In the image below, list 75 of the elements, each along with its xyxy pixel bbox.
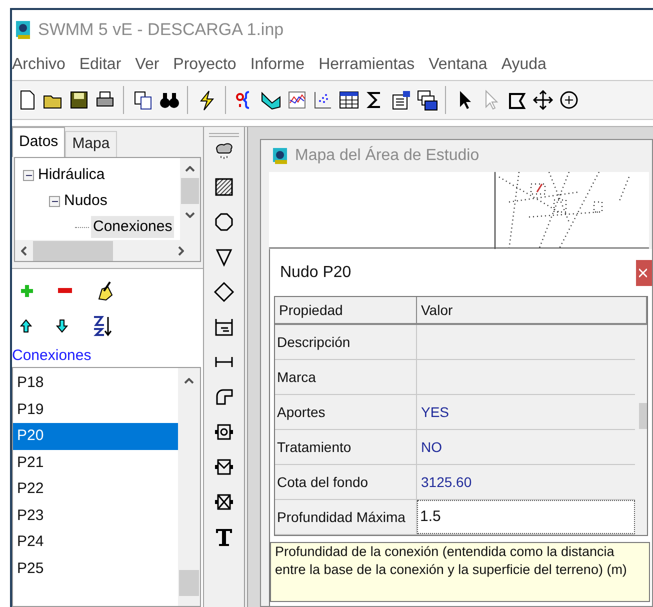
value-field[interactable]: 1.5 bbox=[417, 500, 635, 534]
hint-text: Profundidad de la conexión (entendida como la distancia entre la base de la conexión y la superficie del terreno) (m) bbox=[270, 542, 650, 602]
close-button[interactable] bbox=[636, 260, 652, 286]
menu-item[interactable]: Proyecto bbox=[173, 53, 236, 77]
windows-icon[interactable] bbox=[416, 89, 438, 111]
scroll-down-icon[interactable] bbox=[185, 212, 195, 218]
list-item[interactable]: P19 bbox=[13, 396, 178, 423]
zoom-in-icon[interactable] bbox=[558, 89, 580, 111]
horizontal-scrollbar[interactable] bbox=[15, 240, 200, 261]
menu-item[interactable]: Herramientas bbox=[318, 53, 415, 77]
collapse-icon[interactable] bbox=[23, 170, 34, 180]
scrollbar-thumb[interactable] bbox=[179, 570, 199, 596]
list-item[interactable]: P25 bbox=[13, 556, 178, 582]
sort-icon[interactable] bbox=[92, 315, 112, 337]
property-name: Marca bbox=[275, 360, 417, 394]
tree-item[interactable]: Hidráulica bbox=[36, 164, 107, 186]
column-header: Propiedad bbox=[275, 297, 417, 323]
table-icon[interactable] bbox=[338, 89, 360, 111]
scroll-right-icon[interactable] bbox=[178, 246, 184, 256]
list-item[interactable]: P20 bbox=[13, 423, 178, 450]
time-series-icon[interactable] bbox=[286, 89, 308, 111]
menu-item[interactable]: Ayuda bbox=[501, 53, 546, 77]
collapse-icon[interactable] bbox=[49, 196, 60, 206]
delete-icon[interactable] bbox=[58, 288, 72, 294]
tree-item[interactable]: Nudos bbox=[62, 190, 110, 212]
scatter-plot-icon[interactable] bbox=[312, 89, 334, 111]
circle-node-icon[interactable] bbox=[213, 211, 235, 233]
list-item[interactable]: P22 bbox=[13, 476, 178, 502]
move-down-icon[interactable] bbox=[56, 319, 68, 333]
options-icon[interactable] bbox=[390, 89, 412, 111]
menu-item[interactable]: Ventana bbox=[428, 53, 488, 77]
property-value: NO bbox=[420, 438, 443, 457]
property-value: 3125.60 bbox=[420, 473, 473, 492]
menu-item[interactable]: Informe bbox=[250, 53, 305, 77]
copy-icon[interactable] bbox=[132, 89, 154, 111]
vertical-scrollbar[interactable] bbox=[635, 325, 647, 535]
tree-item[interactable]: Conexiones bbox=[91, 216, 174, 238]
property-name: Descripción bbox=[275, 325, 417, 359]
menu-item[interactable]: Archivo bbox=[12, 53, 66, 77]
scroll-left-icon[interactable] bbox=[21, 246, 27, 256]
list-title: Conexiones bbox=[12, 347, 92, 365]
save-icon[interactable] bbox=[68, 89, 90, 111]
vertical-scrollbar[interactable] bbox=[178, 368, 200, 606]
list-item[interactable]: P21 bbox=[13, 450, 178, 476]
list-item[interactable]: P18 bbox=[13, 370, 178, 396]
scroll-up-icon[interactable] bbox=[185, 166, 195, 172]
storage-node-icon[interactable] bbox=[213, 316, 235, 338]
menu-item[interactable]: Ver bbox=[135, 53, 160, 77]
column-header: Valor bbox=[417, 297, 647, 323]
window-title: Mapa del Área de Estudio bbox=[295, 145, 480, 166]
dialog-title: Nudo P20 bbox=[280, 262, 352, 282]
property-name: Aportes bbox=[275, 395, 417, 429]
diamond-node-icon[interactable] bbox=[213, 281, 235, 303]
scroll-up-icon[interactable] bbox=[184, 378, 194, 384]
property-value: YES bbox=[420, 403, 450, 422]
property-name: Cota del fondo bbox=[275, 465, 417, 499]
scrollbar-thumb[interactable] bbox=[181, 178, 199, 204]
scrollbar-thumb[interactable] bbox=[33, 240, 113, 260]
scrollbar-thumb[interactable] bbox=[639, 403, 647, 429]
subcatchment-icon[interactable] bbox=[213, 176, 235, 198]
list-item[interactable]: P24 bbox=[13, 529, 178, 556]
property-name: Tratamiento bbox=[275, 430, 417, 464]
vertical-scrollbar[interactable] bbox=[180, 158, 200, 240]
add-icon[interactable] bbox=[20, 284, 34, 298]
list-item[interactable]: P23 bbox=[13, 502, 178, 529]
menu-item[interactable]: Editar bbox=[79, 53, 122, 77]
edit-icon[interactable] bbox=[96, 281, 114, 301]
window-title: SWMM 5 vE - DESCARGA 1.inp bbox=[38, 19, 284, 42]
close-icon bbox=[639, 268, 647, 278]
profile-plot-icon[interactable] bbox=[260, 89, 282, 111]
pan-icon[interactable] bbox=[532, 89, 554, 111]
move-up-icon[interactable] bbox=[20, 319, 32, 333]
tab[interactable]: Mapa bbox=[65, 131, 117, 157]
text-label-icon[interactable] bbox=[213, 526, 235, 548]
tab[interactable]: Datos bbox=[12, 127, 66, 157]
